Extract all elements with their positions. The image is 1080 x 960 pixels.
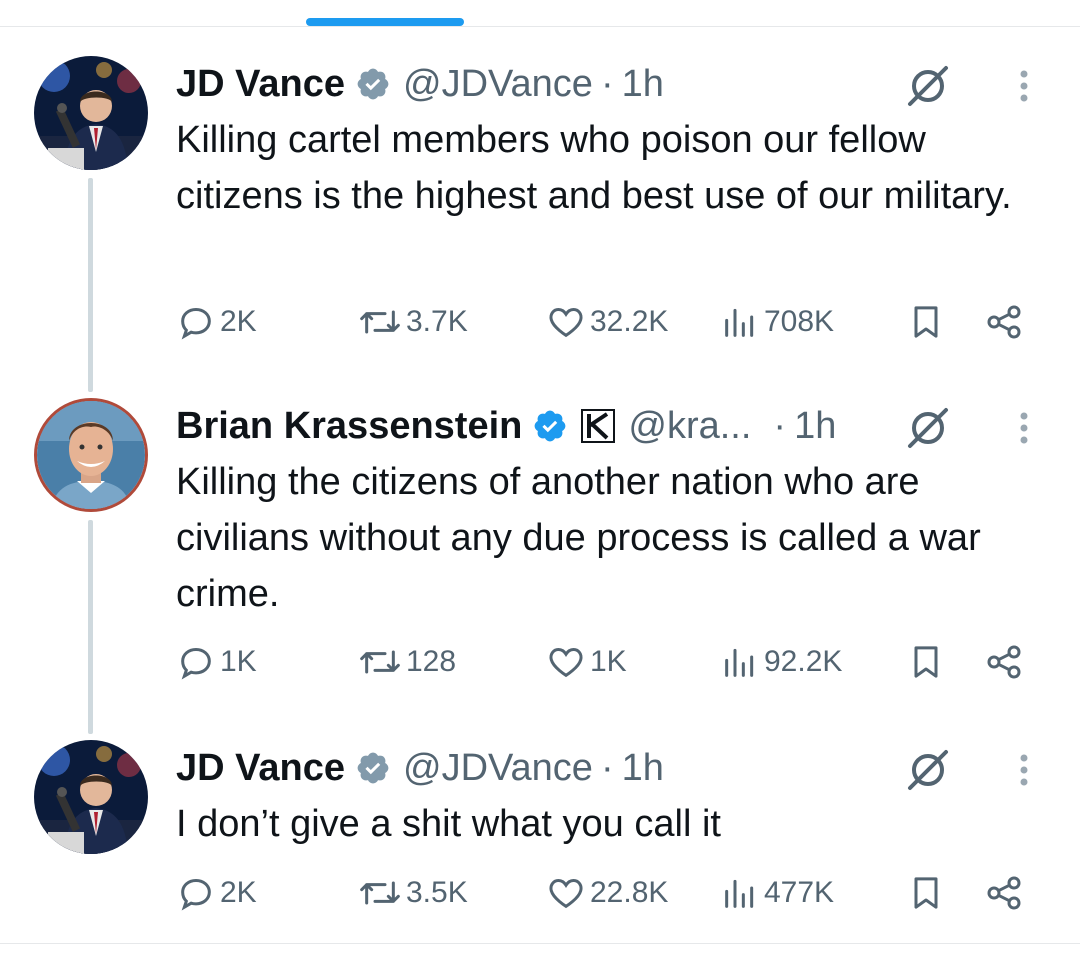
- tweet-header: Brian Krassenstein @kra... · 1h: [176, 398, 1056, 454]
- tweet-header: JD Vance @JDVance · 1h: [176, 56, 1056, 112]
- timestamp[interactable]: 1h: [622, 747, 664, 790]
- share-icon: [987, 645, 1021, 679]
- thread-line: [88, 520, 93, 734]
- heart-icon: [549, 878, 583, 909]
- views-count: 477K: [764, 876, 835, 909]
- views-icon: [725, 879, 754, 908]
- reply-icon: [181, 307, 211, 340]
- tweet-text: I don’t give a shit what you call it: [176, 803, 721, 845]
- views-button[interactable]: 708K: [720, 300, 834, 344]
- repost-button[interactable]: 3.5K: [358, 871, 468, 915]
- like-count: 22.8K: [590, 876, 669, 909]
- grok-icon[interactable]: [904, 62, 952, 110]
- like-button[interactable]: 22.8K: [546, 871, 668, 915]
- reply-icon: [181, 878, 211, 911]
- user-handle[interactable]: @kra...: [628, 405, 751, 448]
- reply-count: 2K: [220, 876, 257, 909]
- affiliation-badge-icon[interactable]: [580, 408, 616, 444]
- reply-button[interactable]: 1K: [176, 640, 257, 684]
- grok-icon[interactable]: [904, 746, 952, 794]
- reply-icon: [181, 647, 211, 680]
- repost-count: 128: [406, 645, 457, 678]
- more-icon[interactable]: [1016, 750, 1032, 790]
- verified-badge-icon: [532, 408, 568, 444]
- repost-icon: [360, 310, 400, 334]
- share-button[interactable]: [984, 300, 1024, 344]
- reply-button[interactable]: 2K: [176, 300, 257, 344]
- user-handle[interactable]: @JDVance: [403, 747, 593, 790]
- like-button[interactable]: 32.2K: [546, 300, 668, 344]
- timestamp[interactable]: 1h: [622, 63, 664, 106]
- tweet-text: Killing cartel members who poison our fe…: [176, 119, 1012, 217]
- tweet-actions: 2K 3.5K 22.8K 477K: [176, 871, 1046, 915]
- repost-count: 3.5K: [406, 876, 468, 909]
- avatar[interactable]: [34, 398, 148, 512]
- bottom-divider: [0, 943, 1080, 944]
- more-icon[interactable]: [1016, 408, 1032, 448]
- views-icon: [725, 648, 754, 677]
- repost-icon: [360, 650, 400, 674]
- share-icon: [987, 876, 1021, 910]
- share-button[interactable]: [984, 871, 1024, 915]
- share-button[interactable]: [984, 640, 1024, 684]
- heart-icon: [549, 647, 583, 678]
- display-name[interactable]: JD Vance: [176, 63, 345, 106]
- thread-line: [88, 178, 93, 392]
- repost-icon: [360, 881, 400, 905]
- reply-count: 1K: [220, 645, 257, 678]
- tweet-actions: 2K 3.7K 32.2K 708K: [176, 300, 1046, 344]
- separator-dot: ·: [600, 62, 614, 105]
- tweet-header: JD Vance @JDVance · 1h: [176, 740, 1056, 796]
- bookmark-button[interactable]: [906, 640, 946, 684]
- top-divider: [0, 26, 1080, 27]
- bookmark-icon: [914, 646, 938, 678]
- display-name[interactable]: JD Vance: [176, 747, 345, 790]
- views-count: 708K: [764, 305, 835, 338]
- more-icon[interactable]: [1016, 66, 1032, 106]
- like-count: 1K: [590, 645, 627, 678]
- avatar[interactable]: [34, 740, 148, 854]
- verified-badge-icon: [355, 750, 391, 786]
- bookmark-button[interactable]: [906, 300, 946, 344]
- views-button[interactable]: 477K: [720, 871, 834, 915]
- bookmark-icon: [914, 306, 938, 338]
- tab-indicator: [306, 18, 464, 26]
- like-count: 32.2K: [590, 305, 669, 338]
- repost-button[interactable]: 3.7K: [358, 300, 468, 344]
- repost-button[interactable]: 128: [358, 640, 456, 684]
- repost-count: 3.7K: [406, 305, 468, 338]
- views-count: 92.2K: [764, 645, 843, 678]
- verified-badge-icon: [355, 66, 391, 102]
- tweet-text: Killing the citizens of another nation w…: [176, 461, 981, 615]
- grok-icon[interactable]: [904, 404, 952, 452]
- heart-icon: [549, 307, 583, 338]
- user-handle[interactable]: @JDVance: [403, 63, 593, 106]
- reply-count: 2K: [220, 305, 257, 338]
- reply-button[interactable]: 2K: [176, 871, 257, 915]
- separator-dot: ·: [773, 404, 787, 447]
- bookmark-button[interactable]: [906, 871, 946, 915]
- share-icon: [987, 305, 1021, 339]
- avatar[interactable]: [34, 56, 148, 170]
- views-icon: [725, 308, 754, 337]
- like-button[interactable]: 1K: [546, 640, 627, 684]
- separator-dot: ·: [600, 746, 614, 789]
- display-name[interactable]: Brian Krassenstein: [176, 405, 522, 448]
- views-button[interactable]: 92.2K: [720, 640, 842, 684]
- bookmark-icon: [914, 877, 938, 909]
- timestamp[interactable]: 1h: [794, 405, 836, 448]
- tweet-actions: 1K 128 1K 92.2K: [176, 640, 1046, 684]
